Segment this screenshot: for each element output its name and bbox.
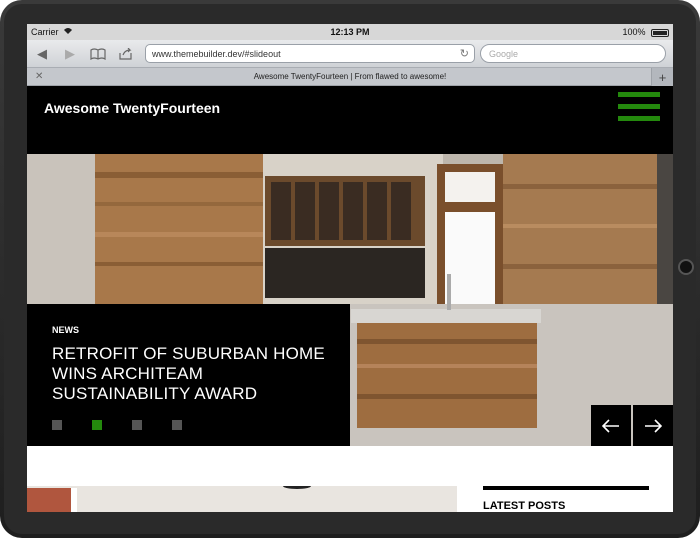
search-input[interactable]: Google <box>480 44 666 63</box>
slider-dot-3[interactable] <box>132 420 142 430</box>
status-bar: Carrier 12:13 PM 100% <box>27 24 673 40</box>
new-tab-icon[interactable]: + <box>651 68 673 86</box>
slider-pagination <box>52 420 182 430</box>
prev-slide-button[interactable] <box>591 405 631 446</box>
share-icon[interactable] <box>117 45 135 63</box>
next-slide-button[interactable] <box>633 405 673 446</box>
address-text: www.themebuilder.dev/#slideout <box>152 48 281 59</box>
slider-nav <box>591 405 673 446</box>
slide-caption: NEWS RETROFIT OF SUBURBAN HOME WINS ARCH… <box>27 304 350 446</box>
slide-title[interactable]: RETROFIT OF SUBURBAN HOME WINS ARCHITEAM… <box>52 344 342 404</box>
slider-dot-4[interactable] <box>172 420 182 430</box>
search-placeholder: Google <box>489 48 519 59</box>
main-content: LATEST POSTS <box>27 446 673 512</box>
screen: Carrier 12:13 PM 100% ◀ ▶ www.themebuild… <box>27 24 673 512</box>
reload-icon[interactable]: ↻ <box>460 47 469 60</box>
slider-dot-2[interactable] <box>92 420 102 430</box>
battery-percent: 100% <box>622 27 646 37</box>
close-tab-icon[interactable]: ✕ <box>35 71 43 82</box>
wifi-icon <box>63 27 73 37</box>
home-button[interactable] <box>678 259 694 275</box>
site-title[interactable]: Awesome TwentyFourteen <box>44 100 220 116</box>
back-icon[interactable]: ◀ <box>33 45 51 63</box>
tablet-frame: Carrier 12:13 PM 100% ◀ ▶ www.themebuild… <box>0 0 700 538</box>
browser-toolbar: ◀ ▶ www.themebuilder.dev/#slideout ↻ Goo… <box>27 40 673 68</box>
featured-slider: NEWS RETROFIT OF SUBURBAN HOME WINS ARCH… <box>27 154 673 446</box>
bookmarks-icon[interactable] <box>89 45 107 63</box>
site-header: Awesome TwentyFourteen <box>27 86 673 154</box>
menu-toggle-button[interactable] <box>618 92 660 124</box>
post-thumbnail[interactable] <box>27 486 457 512</box>
arrow-left-icon <box>602 418 619 433</box>
widget-divider <box>483 486 649 490</box>
tab-title[interactable]: Awesome TwentyFourteen | From flawed to … <box>27 72 673 81</box>
latest-posts-title: LATEST POSTS <box>483 500 566 512</box>
slider-dot-1[interactable] <box>52 420 62 430</box>
carrier-label: Carrier <box>31 27 59 37</box>
arrow-right-icon <box>645 418 662 433</box>
clock: 12:13 PM <box>330 27 370 37</box>
address-bar[interactable]: www.themebuilder.dev/#slideout ↻ <box>145 44 475 63</box>
battery-icon <box>651 28 669 37</box>
tab-bar: ✕ Awesome TwentyFourteen | From flawed t… <box>27 68 673 86</box>
forward-icon[interactable]: ▶ <box>61 45 79 63</box>
category-label[interactable]: NEWS <box>52 325 79 335</box>
